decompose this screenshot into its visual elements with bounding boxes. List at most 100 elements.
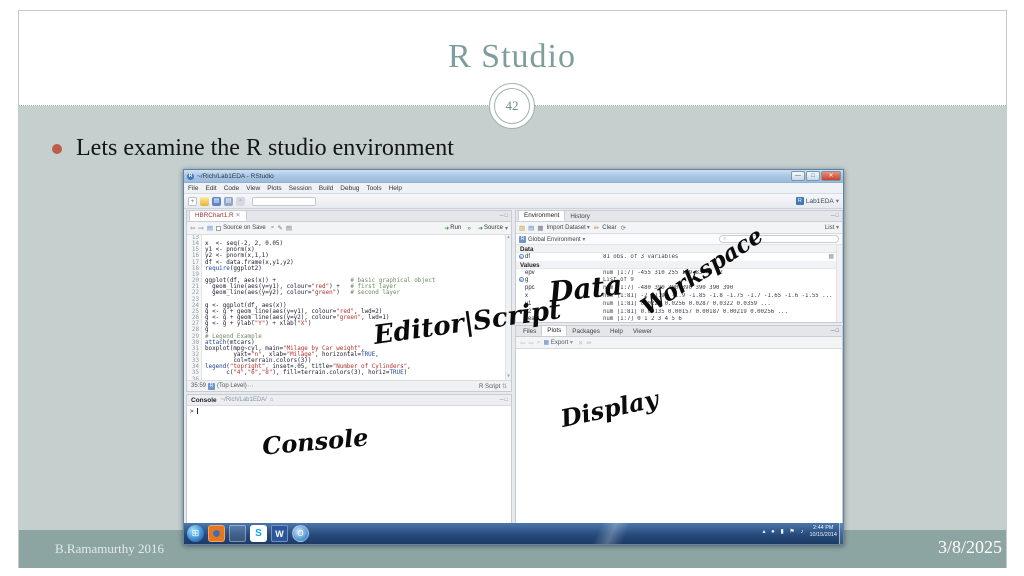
menu-help[interactable]: Help (389, 185, 402, 192)
load-workspace-icon[interactable]: ▨ (519, 224, 525, 232)
env-row-years[interactable]: years num [1:7] 0 1 2 3 4 5 6 (516, 316, 836, 322)
taskbar-firefox-icon[interactable] (208, 525, 225, 542)
editor-tab[interactable]: HBRChart1.R ✕ (189, 210, 247, 221)
bullet-icon (52, 144, 62, 154)
scope-indicator[interactable]: (Top Level) (217, 383, 247, 389)
open-file-icon[interactable] (200, 197, 209, 206)
forward-icon[interactable]: ⇨ (198, 224, 203, 232)
environment-search-input[interactable]: ⌕ (719, 235, 839, 243)
console-minmax-icons[interactable]: ─□ (500, 397, 509, 403)
tab-history[interactable]: History (565, 212, 595, 221)
line-number-gutter: 1314151617181920212223242526272829303132… (187, 235, 202, 380)
tab-environment[interactable]: Environment (518, 210, 565, 221)
print-icon[interactable]: ▫ (236, 197, 245, 206)
save-all-icon[interactable]: ▤ (224, 197, 233, 206)
find-icon[interactable]: ⌕ (271, 224, 275, 232)
editor-scrollbar[interactable]: ▲▼ (505, 235, 511, 380)
compile-notebook-icon[interactable]: ▤ (286, 224, 292, 232)
taskbar-start-icon[interactable]: ⊞ (187, 525, 204, 542)
code-tools-icon[interactable]: ✎ (277, 224, 282, 232)
menu-tools[interactable]: Tools (366, 185, 381, 192)
env-row-epv[interactable]: epv num [1:7] -455 310 255 129 83 43 12 (516, 269, 836, 277)
plot-back-icon[interactable]: ⇦ (520, 339, 525, 347)
env-row-y1[interactable]: y1 num [1:81] 0.0228 0.0256 0.0287 0.032… (516, 300, 836, 308)
menu-plots[interactable]: Plots (267, 185, 281, 192)
tab-files[interactable]: Files (518, 327, 541, 336)
environment-scrollbar[interactable] (836, 245, 842, 322)
taskbar-skype-icon[interactable]: S (250, 525, 267, 542)
menu-edit[interactable]: Edit (205, 185, 216, 192)
view-data-grid-icon[interactable]: ▦ (828, 253, 834, 260)
menu-session[interactable]: Session (289, 185, 312, 192)
plot-forward-icon[interactable]: ⇨ (528, 339, 533, 347)
clear-plots-icon[interactable]: ✏ (586, 339, 591, 347)
editor-statusbar: 35:59 R (Top Level) ⋯ R Script ⇅ (187, 380, 511, 391)
clear-button[interactable]: Clear (602, 225, 616, 231)
rstudio-window-title: ~/Rich/Lab1EDA - RStudio (197, 173, 274, 180)
save-icon[interactable]: ▤ (212, 197, 221, 206)
tab-plots[interactable]: Plots (541, 325, 567, 336)
taskbar-clock[interactable]: 2:44 PM 10/15/2014 (809, 525, 837, 538)
remove-plot-icon[interactable]: ✕ (578, 339, 583, 347)
tab-packages[interactable]: Packages (567, 327, 605, 336)
save-file-icon[interactable]: ▤ (207, 224, 213, 232)
taskbar-documents-icon[interactable] (229, 525, 246, 542)
environment-toolbar: ▨ ▤ ▦ Import Dataset ▾ ✏ Clear ⟳ List ▾ (516, 222, 842, 234)
editor-pane: HBRChart1.R ✕ ─□ ⇦ ⇨ ▤ Source on Save ⌕ … (186, 210, 512, 392)
project-menu-button[interactable]: R Lab1EDA ▾ (796, 197, 839, 205)
new-file-icon[interactable]: + (188, 197, 197, 206)
run-button[interactable]: Run (450, 225, 461, 231)
cursor-position: 35:59 (191, 383, 206, 389)
menu-view[interactable]: View (246, 185, 260, 192)
goto-file-search-input[interactable] (252, 197, 316, 206)
env-row-g[interactable]: ▸ g List of 9 (516, 277, 836, 285)
env-row-x[interactable]: x num [1:81] -2 -1.95 -1.9 -1.85 -1.8 -1… (516, 292, 836, 300)
tray-time: 2:44 PM (809, 525, 837, 532)
export-button[interactable]: ▦ Export ▾ (544, 339, 573, 346)
console-pane: Console ~/Rich/Lab1EDA/ ⌂ ─□ > (186, 394, 512, 524)
env-row-ppc[interactable]: ppc num [1:7] -480 390 390 390 390 390 3… (516, 284, 836, 292)
tray-icons[interactable]: ▴ ● ▮ ⚑ ♪ (762, 528, 805, 535)
menu-code[interactable]: Code (224, 185, 240, 192)
tab-close-icon[interactable]: ✕ (235, 212, 240, 219)
maximize-button[interactable]: □ (806, 171, 820, 181)
taskbar-rstudio-icon[interactable]: O (292, 525, 309, 542)
save-workspace-icon[interactable]: ▤ (528, 224, 534, 232)
rerun-icon[interactable]: » (467, 225, 471, 232)
console-home-icon[interactable]: ⌂ (270, 397, 274, 403)
file-type-indicator[interactable]: R Script ⇅ (479, 383, 507, 390)
close-button[interactable]: ✕ (821, 171, 841, 181)
code-editor[interactable]: 1314151617181920212223242526272829303132… (187, 235, 511, 380)
menu-build[interactable]: Build (319, 185, 333, 192)
env-minmax-icons[interactable]: ─□ (831, 213, 840, 219)
menu-debug[interactable]: Debug (340, 185, 359, 192)
plots-minmax-icons[interactable]: ─□ (831, 328, 840, 334)
import-dataset-button[interactable]: Import Dataset (546, 225, 585, 231)
list-view-button[interactable]: List ▾ (825, 224, 839, 231)
project-icon: R (796, 197, 804, 205)
env-row-y2[interactable]: y2 num [1:81] 0.00135 0.00157 0.00187 0.… (516, 308, 836, 316)
code-text[interactable]: x <- seq(-2, 2, 0.05)y1 <- pnorm(x)y2 <-… (202, 235, 505, 380)
global-env-selector[interactable]: Global Environment ▾ (528, 236, 585, 243)
expand-icon[interactable]: ▸ (519, 254, 524, 259)
source-on-save-checkbox[interactable] (216, 226, 221, 231)
tab-viewer[interactable]: Viewer (628, 327, 657, 336)
minimize-button[interactable]: — (791, 171, 805, 181)
show-desktop-button[interactable] (839, 523, 843, 544)
console-body[interactable]: > (187, 406, 511, 417)
pane-minmax-icons[interactable]: ─□ (500, 213, 509, 219)
tab-help[interactable]: Help (605, 327, 628, 336)
environment-tabstrip: EnvironmentHistory ─□ (516, 211, 842, 222)
menu-file[interactable]: File (188, 185, 198, 192)
env-row-df[interactable]: ▸ df 81 obs. of 3 variables ▦ (516, 253, 836, 261)
slide-number-badge: 42 (489, 83, 535, 129)
rstudio-titlebar[interactable]: R ~/Rich/Lab1EDA - RStudio — □ ✕ (184, 170, 843, 183)
source-dropdown-icon[interactable]: ▾ (505, 225, 508, 232)
expand-icon[interactable]: ▸ (519, 277, 524, 282)
zoom-plot-icon[interactable]: ⌕ (537, 339, 541, 347)
source-button[interactable]: Source (484, 225, 503, 231)
taskbar-word-icon[interactable]: W (271, 525, 288, 542)
refresh-icon[interactable]: ⟳ (621, 224, 626, 232)
import-dropdown-icon[interactable]: ▾ (587, 224, 590, 231)
back-icon[interactable]: ⇦ (190, 224, 195, 232)
